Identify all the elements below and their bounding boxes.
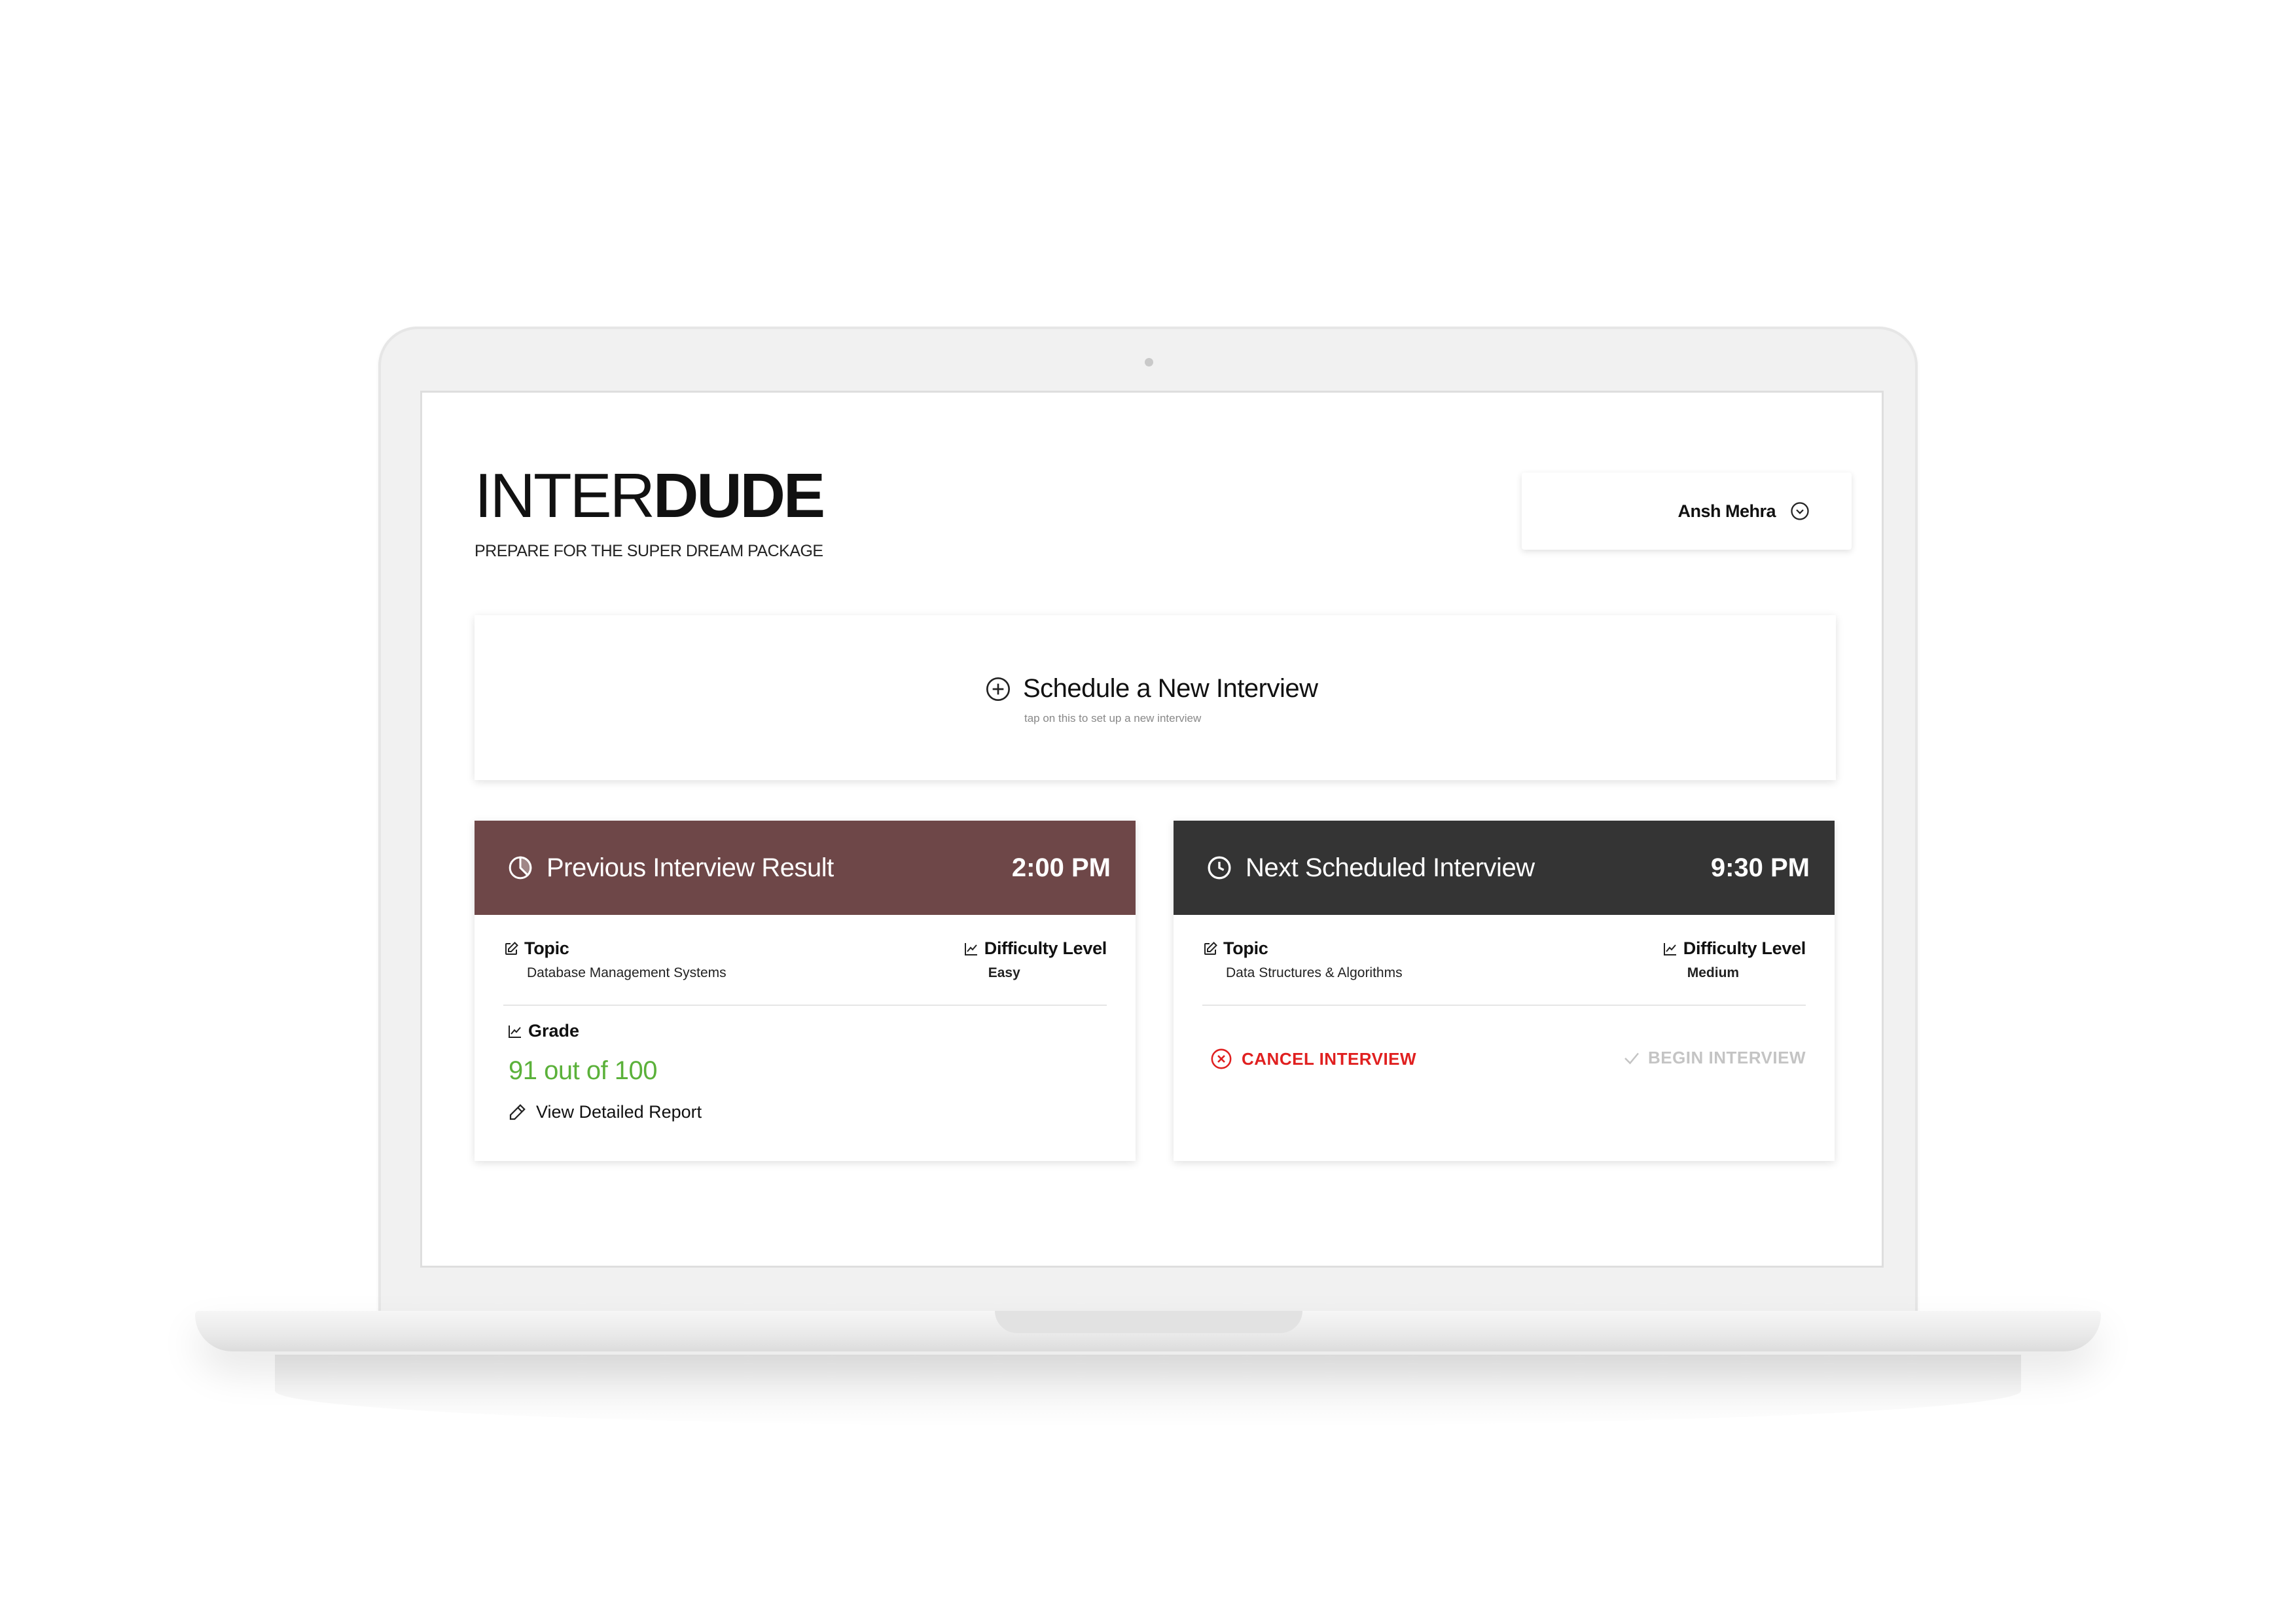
- line-chart-icon: [964, 942, 977, 955]
- laptop-base: [195, 1311, 2101, 1351]
- brand-name-light: INTER: [475, 461, 655, 531]
- next-title-rest: Scheduled Interview: [1298, 853, 1535, 882]
- schedule-subtitle: tap on this to set up a new interview: [1024, 712, 1202, 724]
- laptop-base-notch: [995, 1311, 1302, 1333]
- cancel-interview-label: CANCEL INTERVIEW: [1242, 1048, 1417, 1069]
- brand-logo: INTERDUDE: [475, 465, 825, 527]
- app-screen: INTERDUDE PREPARE FOR THE SUPER DREAM PA…: [422, 393, 1882, 1266]
- previous-topic-value: Database Management Systems: [527, 965, 726, 980]
- grade-value: 91 out of 100: [509, 1056, 658, 1085]
- camera-dot: [1145, 358, 1153, 366]
- user-name: Ansh Mehra: [1677, 501, 1776, 521]
- previous-card-time: 2:00 PM: [1011, 853, 1111, 882]
- next-interview-card: Next Scheduled Interview 9:30 PM Topic D…: [1174, 821, 1835, 1161]
- next-card-title: Next Scheduled Interview: [1246, 853, 1711, 883]
- brand-tagline: PREPARE FOR THE SUPER DREAM PACKAGE: [475, 542, 823, 560]
- next-difficulty-label: Difficulty Level: [1683, 938, 1806, 958]
- next-topic-label: Topic: [1223, 938, 1268, 958]
- user-menu[interactable]: Ansh Mehra: [1522, 473, 1852, 550]
- grade-label: Grade: [528, 1021, 580, 1041]
- previous-title-bold: Previous: [547, 853, 646, 882]
- clock-icon: [1208, 856, 1231, 880]
- next-topic-value: Data Structures & Algorithms: [1226, 965, 1403, 980]
- next-card-header: Next Scheduled Interview 9:30 PM: [1174, 821, 1835, 915]
- plus-circle-icon: [986, 677, 1010, 701]
- next-title-bold: Next: [1246, 853, 1299, 882]
- next-topic: Topic Data Structures & Algorithms: [1202, 938, 1403, 981]
- edit-icon: [505, 941, 518, 955]
- previous-difficulty-value: Easy: [988, 965, 1020, 980]
- begin-interview-label: BEGIN INTERVIEW: [1647, 1048, 1806, 1067]
- previous-topic: Topic Database Management Systems: [503, 938, 726, 981]
- cancel-interview-button[interactable]: CANCEL INTERVIEW: [1210, 1048, 1416, 1070]
- view-report-link[interactable]: View Detailed Report: [507, 1102, 702, 1122]
- previous-difficulty: Difficulty Level Easy: [963, 938, 1107, 981]
- next-card-time: 9:30 PM: [1710, 853, 1810, 882]
- previous-title-rest: Interview Result: [645, 853, 834, 882]
- previous-difficulty-label: Difficulty Level: [984, 938, 1107, 958]
- begin-interview-button[interactable]: BEGIN INTERVIEW: [1622, 1048, 1806, 1068]
- previous-card-title: Previous Interview Result: [547, 853, 1012, 883]
- pencil-icon: [509, 1103, 526, 1120]
- schedule-interview-card[interactable]: Schedule a New Interview tap on this to …: [475, 615, 1836, 780]
- view-report-label: View Detailed Report: [536, 1102, 702, 1122]
- next-difficulty-value: Medium: [1687, 965, 1740, 980]
- edit-icon: [1204, 941, 1217, 955]
- schedule-title: Schedule a New Interview: [1023, 674, 1318, 703]
- check-icon: [1624, 1052, 1639, 1064]
- next-difficulty: Difficulty Level Medium: [1662, 938, 1806, 981]
- pie-chart-icon: [509, 856, 532, 880]
- close-circle-icon: [1211, 1048, 1232, 1069]
- chevron-down-circle-icon[interactable]: [1790, 501, 1810, 521]
- line-chart-icon: [1663, 942, 1676, 955]
- line-chart-icon: [509, 1025, 521, 1038]
- previous-card-header: Previous Interview Result 2:00 PM: [475, 821, 1136, 915]
- brand-name-bold: DUDE: [653, 461, 825, 531]
- grade-heading: Grade: [507, 1021, 579, 1041]
- previous-topic-label: Topic: [524, 938, 569, 958]
- previous-meta-row: Topic Database Management Systems Diffic…: [503, 938, 1107, 1006]
- laptop-shadow: [275, 1355, 2021, 1427]
- next-meta-row: Topic Data Structures & Algorithms Diffi…: [1202, 938, 1806, 1006]
- previous-interview-card: Previous Interview Result 2:00 PM Topic …: [475, 821, 1136, 1161]
